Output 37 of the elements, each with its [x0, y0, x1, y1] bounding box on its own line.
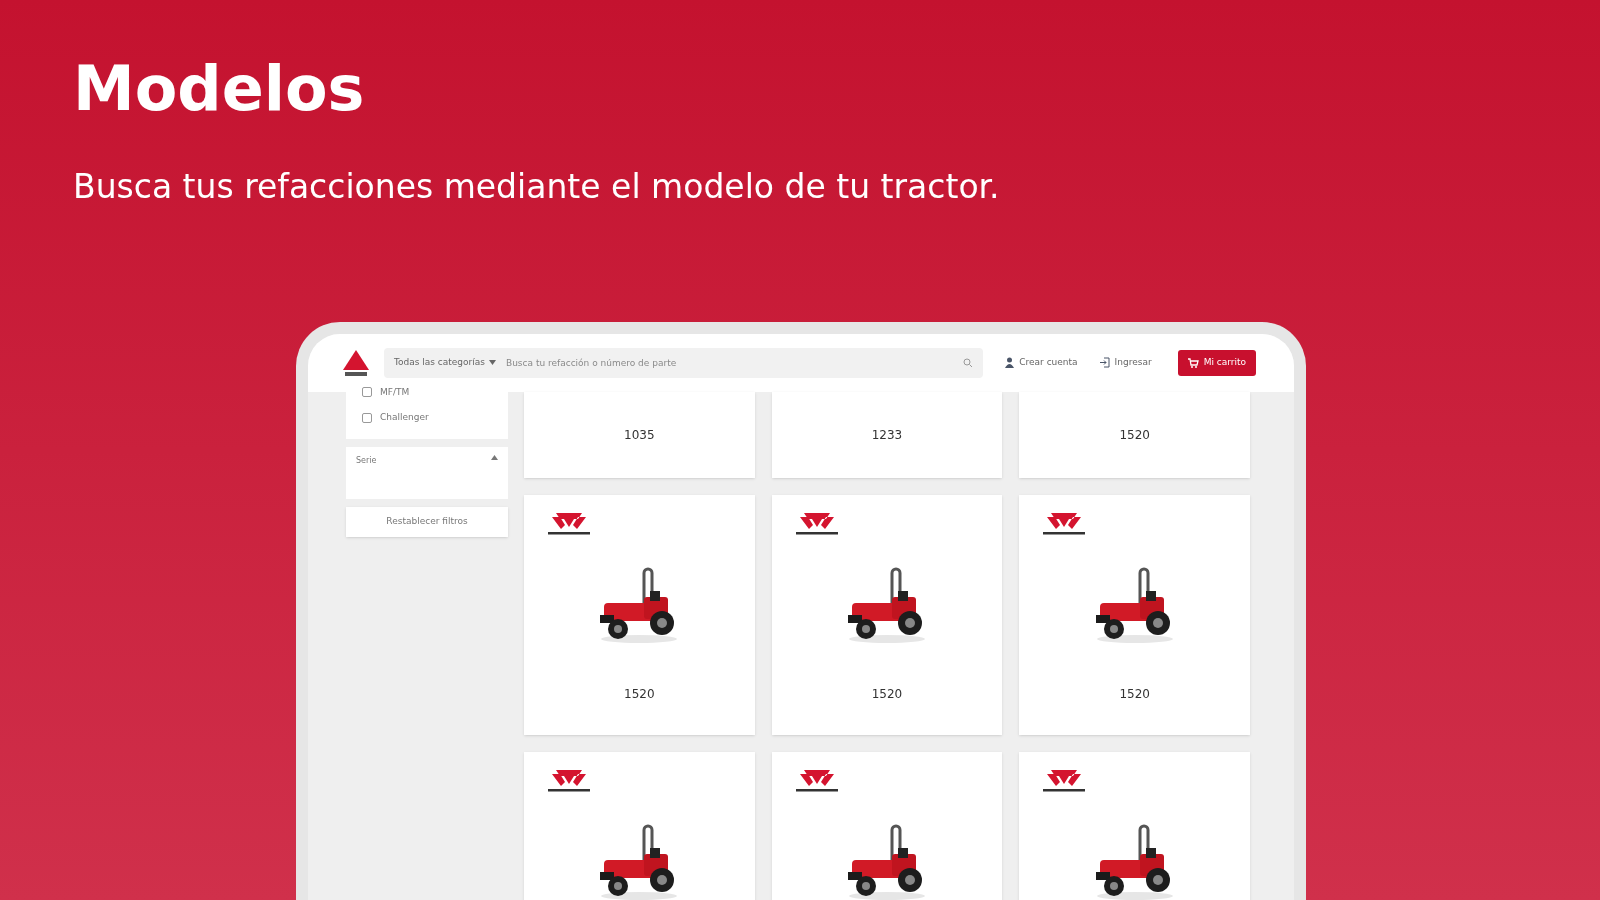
cart-icon: [1187, 357, 1199, 368]
checkbox[interactable]: [362, 412, 372, 423]
brand-logo: [1041, 510, 1088, 537]
login-link[interactable]: Ingresar: [1099, 355, 1152, 370]
model-card[interactable]: 1035: [524, 391, 755, 478]
account-link[interactable]: Crear cuenta: [1005, 355, 1078, 370]
checkbox[interactable]: [362, 387, 372, 398]
checkbox-label: Challenger: [380, 411, 429, 424]
caret-icon: [489, 360, 496, 365]
model-card[interactable]: 1520: [771, 494, 1003, 735]
model-card[interactable]: 1520: [1019, 494, 1250, 735]
cart-button[interactable]: Mi carrito: [1177, 349, 1256, 376]
brand-logo: [546, 767, 592, 794]
brand-logo: [793, 510, 840, 537]
brand-logo: [546, 510, 592, 537]
model-name: 1520: [871, 685, 903, 703]
page-title: Modelos: [73, 58, 366, 120]
model-card[interactable]: 1520: [524, 494, 755, 735]
model-name: 1520: [1119, 685, 1150, 703]
category-select[interactable]: Todas las categorías: [384, 347, 506, 378]
user-icon: [1005, 357, 1015, 368]
search-field[interactable]: Busca tu refacción o número de parte: [506, 347, 984, 378]
brand-logo: [1041, 767, 1088, 794]
model-name: 1035: [624, 426, 655, 444]
page-subtitle: Busca tus refacciones mediante el modelo de tu tractor.: [73, 166, 1001, 208]
search-icon[interactable]: [963, 357, 974, 368]
login-icon: [1099, 357, 1110, 368]
model-name: 1520: [624, 685, 655, 703]
model-name: 1520: [1119, 426, 1150, 444]
model-card[interactable]: 1520: [1019, 391, 1250, 478]
reset-filters-button[interactable]: Restablecer filtros: [346, 506, 508, 537]
model-card[interactable]: 1233: [771, 391, 1003, 478]
model-name: 1233: [871, 426, 903, 444]
checkbox-label: MF/TM: [380, 385, 410, 399]
filter-title: Serie: [356, 454, 377, 467]
chevron-icon[interactable]: [491, 454, 498, 460]
brand-logo: [793, 767, 840, 794]
